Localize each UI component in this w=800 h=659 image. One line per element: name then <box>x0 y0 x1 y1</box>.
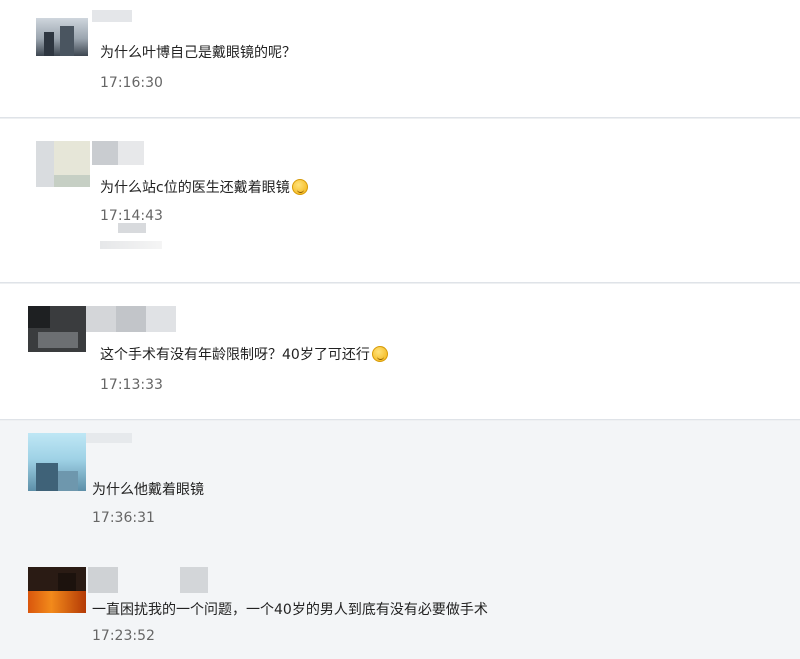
blurred-overlay <box>118 223 146 233</box>
avatar[interactable] <box>28 433 86 491</box>
comment-text: 为什么他戴着眼镜 <box>92 482 204 498</box>
comment-text-content: 为什么站c位的医生还戴着眼镜 <box>100 180 290 196</box>
blurred-username <box>88 567 118 593</box>
blurred-username <box>146 306 176 332</box>
comment-item[interactable]: 一直困扰我的一个问题，一个40岁的男人到底有没有必要做手术 17:23:52 <box>0 539 800 659</box>
ghost-time-echo <box>100 239 162 252</box>
grinning-face-icon <box>371 346 388 362</box>
comment-text-content: 这个手术有没有年龄限制呀？40岁了可还行 <box>100 347 370 363</box>
avatar[interactable] <box>36 141 90 187</box>
comment-text: 这个手术有没有年龄限制呀？40岁了可还行 <box>100 346 388 364</box>
thinking-face-icon <box>291 179 308 195</box>
blurred-username <box>180 567 208 593</box>
comment-item[interactable]: 为什么他戴着眼镜 17:36:31 <box>0 421 800 539</box>
comment-item[interactable]: 为什么站c位的医生还戴着眼镜 17:14:43 <box>0 119 800 283</box>
comment-time: 17:16:30 <box>100 75 163 91</box>
comment-text: 为什么叶博自己是戴眼镜的呢？ <box>100 45 296 61</box>
comment-text: 一直困扰我的一个问题，一个40岁的男人到底有没有必要做手术 <box>92 602 488 618</box>
comment-time: 17:23:52 <box>92 628 155 644</box>
comment-item[interactable]: 为什么叶博自己是戴眼镜的呢？ 17:16:30 <box>0 0 800 118</box>
blurred-username <box>118 141 144 165</box>
blurred-username <box>116 306 146 332</box>
comment-time: 17:13:33 <box>100 377 163 393</box>
blurred-username <box>86 433 132 443</box>
avatar[interactable] <box>28 306 86 352</box>
comment-item[interactable]: 这个手术有没有年龄限制呀？40岁了可还行 17:13:33 <box>0 284 800 420</box>
comment-text: 为什么站c位的医生还戴着眼镜 <box>100 179 308 197</box>
avatar[interactable] <box>28 567 86 613</box>
blurred-username <box>92 141 118 165</box>
comment-feed: 为什么叶博自己是戴眼镜的呢？ 17:16:30 为什么站c位的医生还戴着眼镜 1… <box>0 0 800 659</box>
blurred-username <box>92 10 132 22</box>
avatar[interactable] <box>36 18 88 56</box>
comment-time: 17:36:31 <box>92 510 155 526</box>
blurred-username <box>86 306 116 332</box>
